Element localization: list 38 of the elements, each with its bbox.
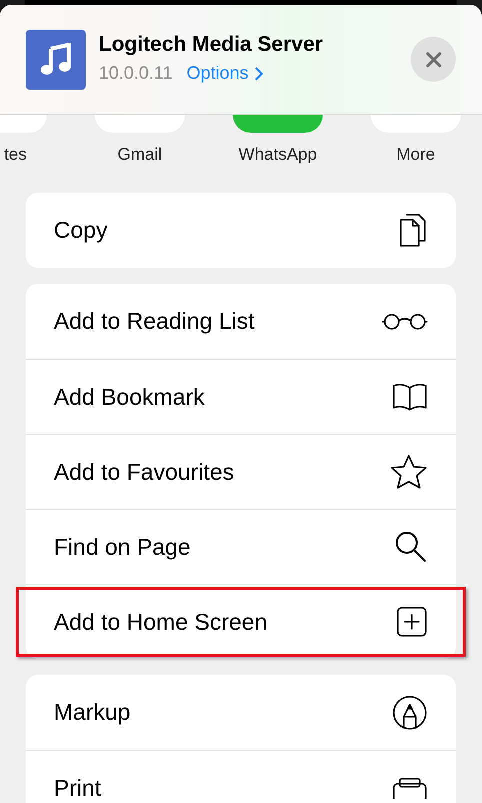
action-row[interactable]: Add to Home Screen [16,587,466,657]
app-title: Logitech Media Server [99,32,324,58]
app-icon[interactable] [233,115,323,133]
action-label: Find on Page [54,532,191,562]
action-label: Add to Reading List [54,307,255,336]
glasses-icon [382,312,428,330]
action-label: Markup [54,698,131,728]
documents-icon [398,212,428,250]
address-text: 10.0.0.11 [99,62,173,86]
close-button[interactable] [411,37,456,82]
action-row[interactable]: Add to Reading List [16,286,466,356]
pen-circle-icon [392,694,428,730]
action-row[interactable]: Add Bookmark [16,362,466,432]
star-icon [390,454,428,490]
action-row[interactable]: Add to Favourites [16,437,466,507]
action-row[interactable]: Print [16,753,466,803]
action-label: Add to Home Screen [54,608,268,637]
app-label[interactable]: More [396,142,436,168]
action-row[interactable]: Copy [16,196,466,266]
close-icon [426,52,442,68]
search-icon [394,530,428,564]
book-icon [392,382,428,412]
app-label[interactable]: WhatsApp [238,142,318,168]
action-label: Add Bookmark [54,382,205,412]
app-icon[interactable] [95,115,185,133]
app-label[interactable]: Gmail [118,142,162,168]
action-label: Print [54,774,102,803]
printer-icon [392,777,428,799]
action-row[interactable]: Find on Page [16,512,466,582]
app-icon[interactable] [371,115,461,133]
app-label[interactable]: tes [4,142,27,168]
plus-square-icon [396,606,428,638]
music-note-icon [26,30,86,90]
action-row[interactable]: Markup [16,678,466,748]
chevron-icon [254,66,263,81]
action-label: Add to Favourites [54,458,234,487]
options-link[interactable]: Options [186,60,263,88]
action-label: Copy [54,216,108,246]
